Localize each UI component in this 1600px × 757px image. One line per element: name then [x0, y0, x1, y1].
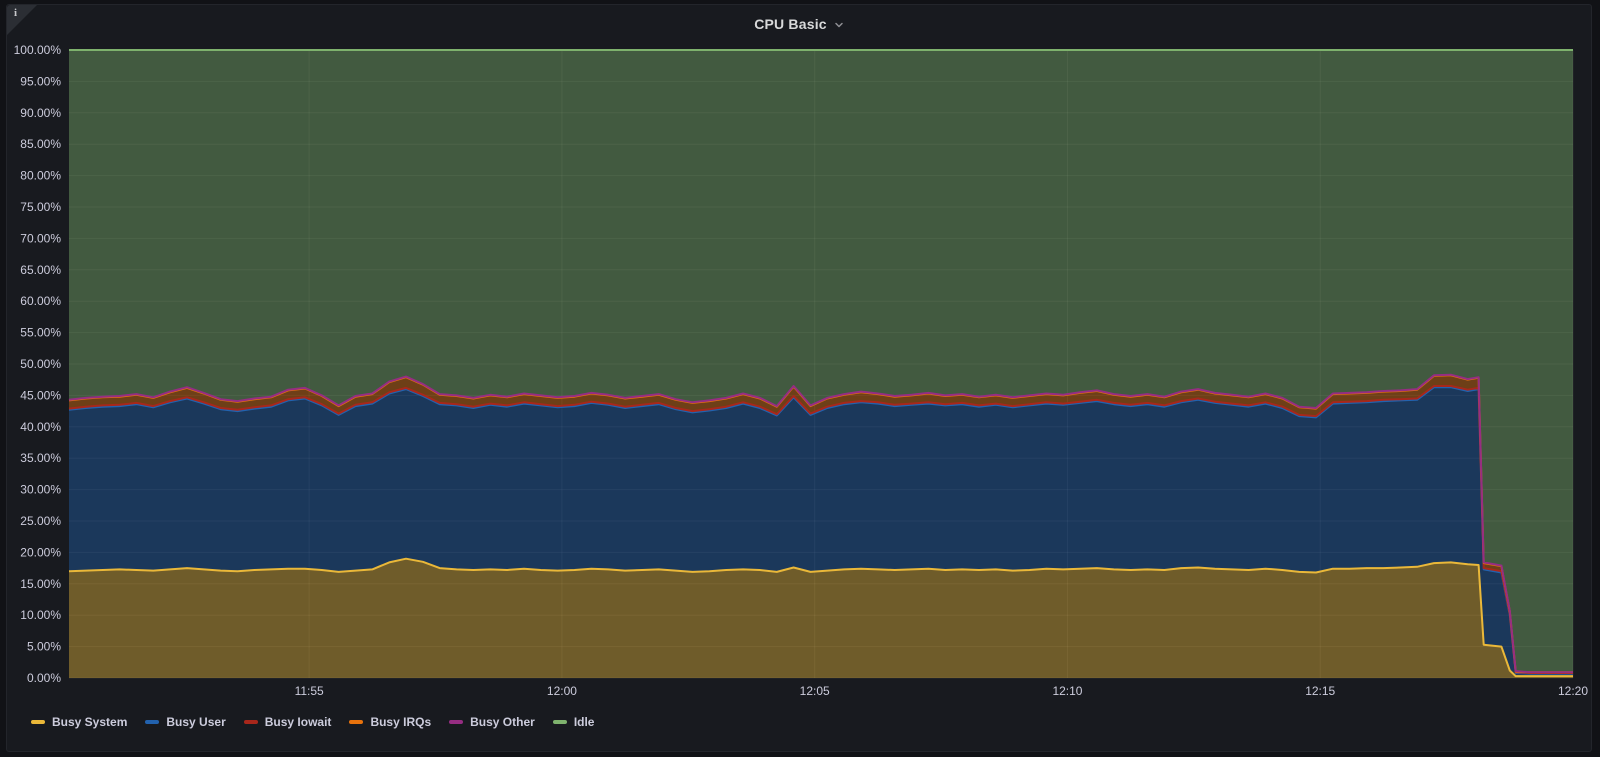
- y-axis-label: 40.00%: [20, 420, 61, 434]
- y-axis-label: 60.00%: [20, 294, 61, 308]
- legend-swatch: [145, 720, 160, 724]
- legend-label: Busy User: [166, 715, 226, 729]
- legend-item-busy-other[interactable]: Busy Other: [449, 715, 535, 729]
- cpu-basic-panel: i CPU Basic 0.00% 5.00% 10.00% 15.00% 20.00%…: [6, 4, 1592, 752]
- x-axis-label: 12:15: [1305, 684, 1335, 698]
- y-axis-label: 30.00%: [20, 483, 61, 497]
- y-axis-label: 25.00%: [20, 514, 61, 528]
- legend-swatch: [31, 720, 45, 724]
- y-axis-label: 90.00%: [20, 106, 61, 120]
- legend-label: Busy IRQs: [370, 715, 432, 729]
- y-axis-label: 50.00%: [20, 357, 61, 371]
- y-axis-label: 0.00%: [27, 671, 61, 685]
- x-axis-label: 12:10: [1052, 684, 1082, 698]
- legend-label: Busy Iowait: [264, 715, 332, 729]
- y-axis-label: 95.00%: [20, 74, 61, 88]
- legend-label: Busy Other: [470, 715, 535, 729]
- chart-legend: Busy System Busy User Busy Iowait Busy IRQs…: [31, 713, 612, 731]
- y-axis-label: 80.00%: [20, 169, 61, 183]
- legend-label: Idle: [573, 715, 595, 729]
- y-axis-label: 100.00%: [14, 43, 62, 57]
- y-axis-label: 75.00%: [20, 200, 61, 214]
- y-axis-label: 70.00%: [20, 231, 61, 245]
- x-axis: 11:55 12:00 12:05 12:10 12:15 12:20: [295, 684, 1589, 698]
- y-axis-label: 20.00%: [20, 545, 61, 559]
- y-axis: 0.00% 5.00% 10.00% 15.00% 20.00% 25.00% 30.00%…: [14, 43, 62, 685]
- x-axis-label: 12:20: [1558, 684, 1588, 698]
- time-series-chart[interactable]: 0.00% 5.00% 10.00% 15.00% 20.00% 25.00% 30.00%…: [7, 5, 1593, 753]
- legend-item-busy-system[interactable]: Busy System: [31, 715, 127, 729]
- legend-item-busy-user[interactable]: Busy User: [145, 715, 226, 729]
- legend-swatch: [243, 720, 258, 724]
- legend-swatch: [349, 720, 364, 724]
- x-axis-label: 12:00: [547, 684, 577, 698]
- x-axis-label: 11:55: [295, 684, 324, 698]
- x-axis-label: 12:05: [800, 684, 830, 698]
- y-axis-label: 10.00%: [20, 608, 61, 622]
- area-busy-system: [69, 558, 1573, 678]
- y-axis-label: 65.00%: [20, 263, 61, 277]
- legend-item-busy-iowait[interactable]: Busy Iowait: [243, 715, 332, 729]
- legend-item-busy-irqs[interactable]: Busy IRQs: [349, 715, 431, 729]
- legend-item-idle[interactable]: Idle: [552, 715, 595, 729]
- y-axis-label: 55.00%: [20, 326, 61, 340]
- legend-label: Busy System: [52, 715, 128, 729]
- y-axis-label: 35.00%: [20, 451, 61, 465]
- y-axis-label: 85.00%: [20, 137, 61, 151]
- legend-swatch: [449, 720, 464, 724]
- y-axis-label: 15.00%: [20, 577, 61, 591]
- stacked-areas: [69, 50, 1573, 678]
- y-axis-label: 5.00%: [27, 640, 61, 654]
- legend-swatch: [552, 720, 567, 724]
- y-axis-label: 45.00%: [20, 388, 61, 402]
